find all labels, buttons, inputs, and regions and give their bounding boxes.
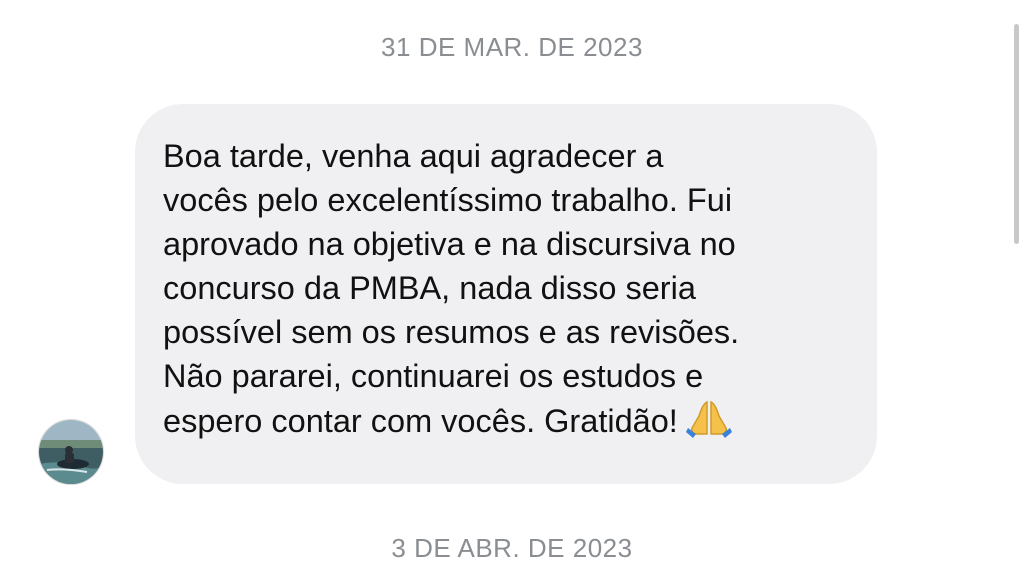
folded-hands-icon — [685, 398, 732, 443]
scrollbar[interactable] — [1014, 24, 1019, 244]
date-separator-top: 31 DE MAR. DE 2023 — [381, 32, 643, 62]
message-text: Boa tarde, venha aqui agradecer a vocês … — [163, 138, 740, 439]
message-bubble[interactable]: Boa tarde, venha aqui agradecer a vocês … — [135, 104, 877, 484]
avatar[interactable] — [38, 419, 104, 485]
date-separator-bottom: 3 DE ABR. DE 2023 — [391, 533, 633, 563]
